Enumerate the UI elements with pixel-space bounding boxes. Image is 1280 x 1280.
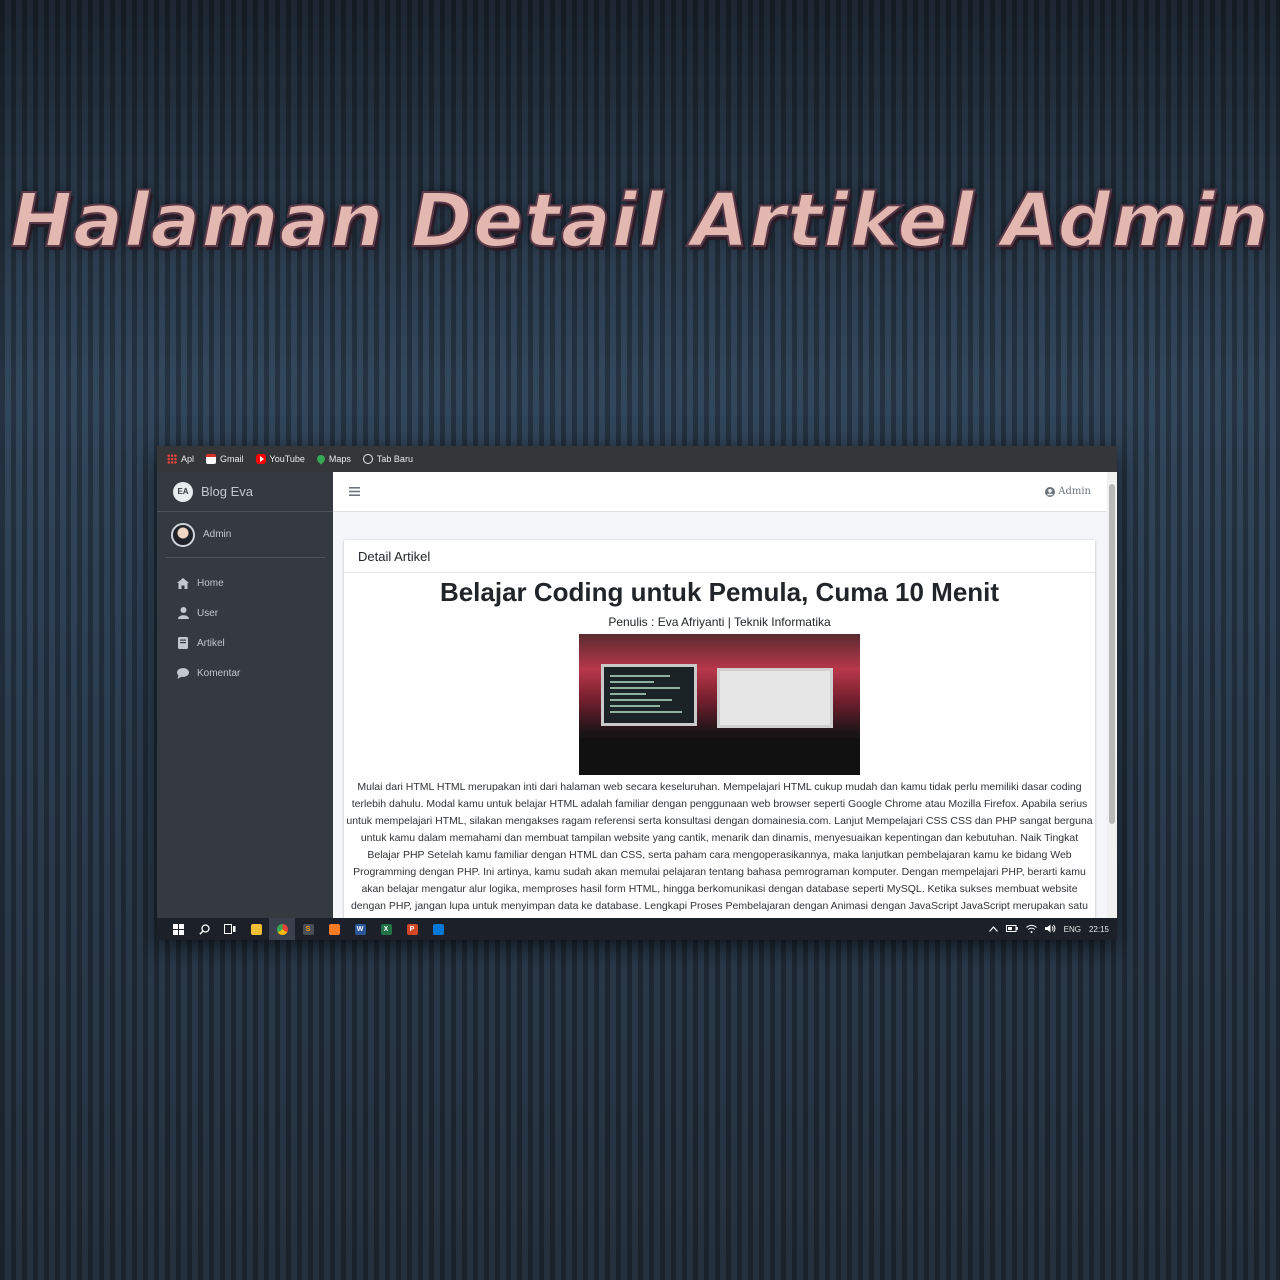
sidebar-item-user[interactable]: User: [157, 598, 333, 628]
chevron-up-icon[interactable]: [988, 925, 998, 934]
gmail-icon: [206, 454, 217, 464]
article-image: [579, 634, 860, 775]
card-header: Detail Artikel: [344, 540, 1095, 573]
maps-pin-icon: [315, 453, 327, 465]
clock[interactable]: 22:15: [1089, 925, 1109, 934]
brand-link[interactable]: EA Blog Eva: [157, 472, 333, 512]
globe-icon: [362, 454, 373, 464]
sidebar-item-home[interactable]: Home: [157, 568, 333, 598]
bookmark-label: Maps: [328, 454, 351, 464]
system-tray: ENG 22:15: [988, 918, 1109, 940]
excel-icon[interactable]: X: [373, 918, 399, 940]
comment-icon: [177, 667, 189, 679]
bookmark-gmail[interactable]: Gmail: [206, 454, 244, 464]
file-explorer-icon[interactable]: [243, 918, 269, 940]
sidebar-nav: Home User Artikel Komentar: [157, 568, 333, 688]
language-indicator[interactable]: ENG: [1064, 925, 1081, 934]
bookmark-label: Apl: [181, 454, 195, 464]
monitor-right: [717, 668, 833, 728]
bookmark-apps[interactable]: Apl: [167, 454, 194, 464]
apps-grid-icon: [167, 454, 177, 464]
xampp-icon[interactable]: [321, 918, 347, 940]
bookmarks-bar: Apl Gmail YouTube Maps Tab Baru: [157, 446, 1117, 472]
top-navbar: Admin: [333, 472, 1107, 512]
desk: [579, 738, 860, 775]
store-icon[interactable]: [425, 918, 451, 940]
sidebar: EA Blog Eva Admin Home User Artikel Kome…: [157, 472, 333, 918]
bookmark-new-tab[interactable]: Tab Baru: [362, 454, 413, 464]
battery-icon[interactable]: [1005, 924, 1018, 934]
avatar: [171, 522, 195, 547]
article-body: Mulai dari HTML HTML merupakan inti dari…: [346, 781, 1093, 918]
bookmark-label: YouTube: [269, 454, 305, 464]
windows-start-icon[interactable]: [165, 918, 191, 940]
hamburger-icon[interactable]: [349, 485, 360, 499]
bookmark-label: Gmail: [220, 454, 244, 464]
user-circle-icon: [1045, 486, 1056, 497]
article-detail-card: Detail Artikel Belajar Coding untuk Pemu…: [344, 540, 1095, 918]
scrollbar-thumb[interactable]: [1109, 484, 1115, 824]
brand-logo-icon: EA: [173, 481, 193, 502]
page-scrollbar[interactable]: [1107, 472, 1117, 918]
sidebar-item-label: Komentar: [197, 667, 241, 679]
admin-label: Admin: [1058, 486, 1091, 497]
youtube-icon: [255, 454, 266, 464]
screenshot-window: Apl Gmail YouTube Maps Tab Baru EA Blog …: [157, 446, 1117, 940]
sidebar-item-label: Artikel: [197, 637, 225, 649]
chrome-icon[interactable]: [269, 918, 295, 940]
monitor-left: [601, 664, 697, 726]
windows-taskbar: S W X P ENG 22:15: [157, 918, 1117, 940]
book-icon: [177, 637, 189, 649]
sidebar-item-artikel[interactable]: Artikel: [157, 628, 333, 658]
search-icon[interactable]: [191, 918, 217, 940]
volume-icon[interactable]: [1044, 924, 1056, 935]
admin-user-menu[interactable]: Admin: [1045, 486, 1091, 497]
brand-text: Blog Eva: [201, 484, 254, 499]
user-name: Admin: [203, 529, 232, 540]
word-icon[interactable]: W: [347, 918, 373, 940]
powerpoint-icon[interactable]: P: [399, 918, 425, 940]
home-icon: [177, 577, 189, 589]
sidebar-item-komentar[interactable]: Komentar: [157, 658, 333, 688]
task-view-icon[interactable]: [217, 918, 243, 940]
article-meta: Penulis : Eva Afriyanti | Teknik Informa…: [608, 615, 831, 629]
bookmark-label: Tab Baru: [376, 454, 413, 464]
bookmark-maps[interactable]: Maps: [315, 453, 351, 465]
sidebar-item-label: Home: [197, 577, 224, 589]
user-panel[interactable]: Admin: [165, 512, 325, 558]
user-icon: [177, 607, 189, 619]
wifi-icon[interactable]: [1025, 924, 1037, 935]
sidebar-item-label: User: [197, 607, 219, 619]
sublime-icon[interactable]: S: [295, 918, 321, 940]
bookmark-youtube[interactable]: YouTube: [255, 454, 305, 464]
main-content: Admin Detail Artikel Belajar Coding untu…: [333, 472, 1107, 918]
banner-title: Halaman Detail Artikel Admin: [9, 177, 1270, 265]
article-title: Belajar Coding untuk Pemula, Cuma 10 Men…: [439, 577, 1000, 607]
